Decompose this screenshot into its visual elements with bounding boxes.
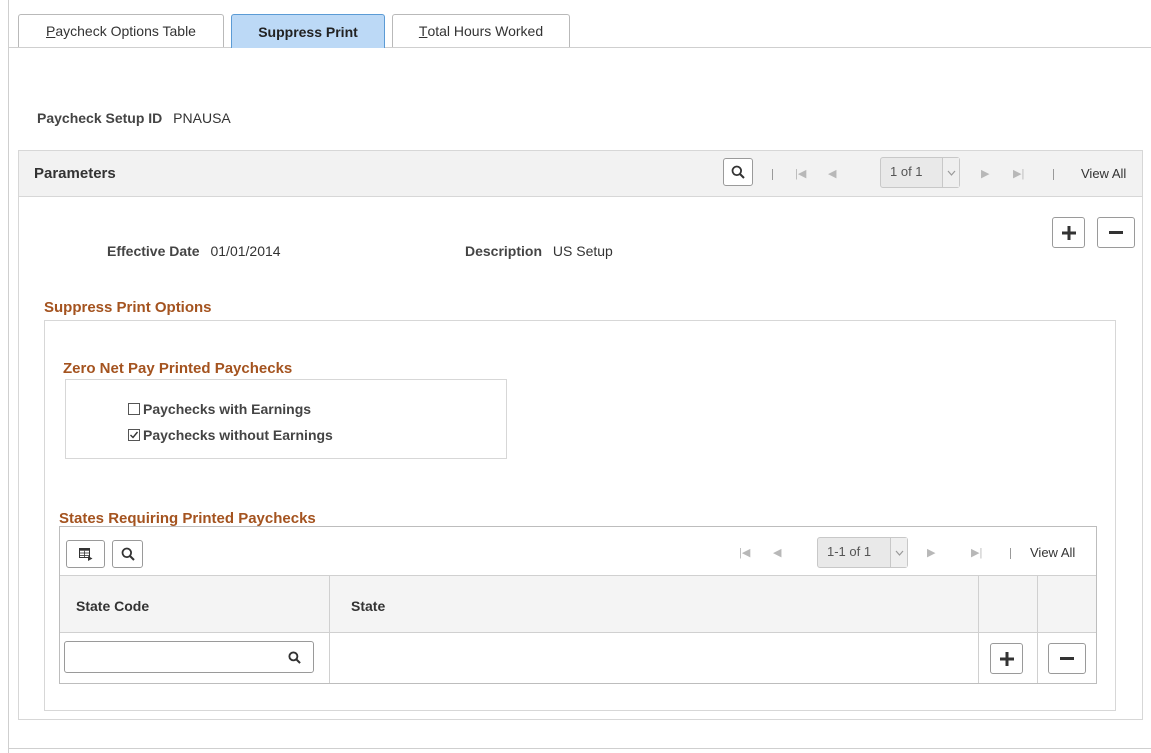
states-pager[interactable]: 1-1 of 1 — [817, 537, 908, 568]
column-divider — [1037, 575, 1038, 683]
first-icon[interactable]: |◀ — [739, 547, 750, 559]
page-frame-bottom — [8, 748, 1151, 749]
view-all-link[interactable]: View All — [1081, 166, 1126, 181]
parameters-title: Parameters — [34, 165, 116, 182]
chevron-down-icon — [942, 158, 959, 187]
suppress-print-options-title: Suppress Print Options — [44, 299, 212, 316]
paychecks-without-earnings-checkbox[interactable] — [128, 429, 140, 441]
next-icon[interactable]: ▶ — [981, 168, 989, 180]
parameters-pager[interactable]: 1 of 1 — [880, 157, 960, 188]
last-icon[interactable]: ▶| — [971, 547, 982, 559]
page-frame-left — [8, 0, 9, 753]
description-field: Description US Setup — [465, 243, 613, 259]
paychecks-with-earnings-checkbox[interactable] — [128, 403, 140, 415]
tab-label: Suppress Print — [258, 23, 358, 40]
zero-net-pay-box — [65, 379, 507, 459]
search-icon — [731, 165, 745, 179]
nav-separator — [1053, 169, 1054, 180]
paychecks-with-earnings-label: Paychecks with Earnings — [143, 401, 312, 417]
search-icon — [121, 547, 135, 561]
tab-paycheck-options-table[interactable]: Paycheck Options Table — [18, 14, 224, 47]
last-icon[interactable]: ▶| — [1013, 168, 1024, 180]
add-row-button[interactable] — [1052, 217, 1085, 248]
column-divider — [978, 575, 979, 683]
grid-search-button[interactable] — [112, 540, 143, 568]
tab-label: aycheck Options Table — [55, 23, 196, 39]
add-state-row-button[interactable] — [990, 643, 1023, 674]
nav-separator — [1010, 548, 1011, 559]
states-requiring-title: States Requiring Printed Paychecks — [59, 510, 316, 527]
pager-text: 1 of 1 — [890, 164, 923, 179]
previous-icon[interactable]: ◀ — [773, 547, 781, 559]
nav-separator — [772, 169, 773, 180]
chevron-down-icon — [890, 538, 907, 567]
state-code-input[interactable] — [64, 641, 314, 673]
minus-icon — [1060, 656, 1074, 660]
effective-date-label: Effective Date — [107, 243, 200, 259]
effective-date-value: 01/01/2014 — [210, 243, 281, 259]
pager-text: 1-1 of 1 — [827, 544, 872, 559]
lookup-search-icon[interactable] — [288, 651, 301, 664]
personalize-button[interactable] — [66, 540, 105, 568]
paychecks-with-earnings-row: Paychecks with Earnings — [128, 401, 311, 417]
effective-date-field: Effective Date 01/01/2014 — [107, 243, 281, 259]
tab-label: otal Hours Worked — [427, 23, 544, 39]
tab-access-key: P — [46, 23, 56, 39]
tab-suppress-print[interactable]: Suppress Print — [231, 14, 385, 48]
parameters-panel: Parameters |◀ ◀ 1 of 1 ▶ ▶| View All Eff… — [18, 150, 1143, 720]
column-header-state: State — [351, 598, 386, 614]
paycheck-setup-id-label: Paycheck Setup ID — [37, 110, 163, 126]
view-all-link[interactable]: View All — [1030, 545, 1075, 560]
description-label: Description — [465, 243, 543, 259]
paycheck-setup-id-field: Paycheck Setup ID PNAUSA — [37, 110, 231, 126]
minus-icon — [1109, 230, 1123, 234]
parameters-header: Parameters |◀ ◀ 1 of 1 ▶ ▶| View All — [19, 151, 1142, 197]
grid-header-row: State Code State — [60, 575, 1096, 633]
zero-net-pay-title: Zero Net Pay Printed Paychecks — [63, 360, 293, 377]
next-icon[interactable]: ▶ — [927, 547, 935, 559]
delete-row-button[interactable] — [1097, 217, 1135, 248]
plus-icon — [1061, 225, 1076, 240]
previous-icon[interactable]: ◀ — [828, 168, 836, 180]
checkmark-icon — [130, 431, 139, 439]
paychecks-without-earnings-row: Paychecks without Earnings — [128, 427, 333, 443]
grid-personalize-icon — [78, 547, 92, 561]
states-grid: |◀ ◀ 1-1 of 1 ▶ ▶| View All State Code S… — [59, 526, 1097, 684]
tab-access-key: T — [418, 23, 428, 39]
search-button[interactable] — [723, 158, 753, 186]
tab-total-hours-worked[interactable]: Total Hours Worked — [392, 14, 570, 47]
plus-icon — [999, 651, 1014, 666]
tab-baseline — [8, 47, 1151, 48]
delete-state-row-button[interactable] — [1048, 643, 1086, 674]
first-icon[interactable]: |◀ — [795, 168, 806, 180]
paychecks-without-earnings-label: Paychecks without Earnings — [143, 427, 333, 443]
description-value: US Setup — [552, 243, 613, 259]
paycheck-setup-id-value: PNAUSA — [173, 110, 231, 126]
column-header-state-code: State Code — [76, 598, 150, 614]
column-divider — [329, 575, 330, 683]
